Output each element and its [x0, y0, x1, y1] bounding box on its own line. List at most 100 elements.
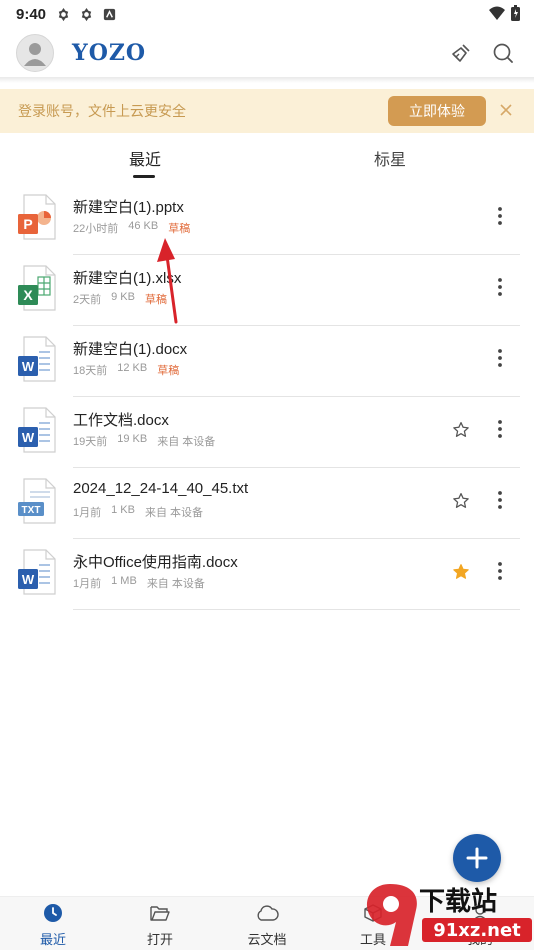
tab-starred[interactable]: 标星 — [374, 146, 406, 170]
folder-open-icon — [150, 906, 170, 921]
svg-text:X: X — [23, 287, 33, 303]
header-shadow — [0, 77, 534, 83]
draft-tag: 草稿 — [157, 365, 180, 377]
file-source: 来自 本设备 — [144, 507, 204, 519]
try-now-button[interactable]: 立即体验 — [388, 96, 486, 126]
svg-text:W: W — [22, 572, 35, 587]
file-time: 1月前 — [73, 507, 102, 519]
docx-file-icon: W — [18, 549, 56, 595]
file-row[interactable]: W 新建空白(1).docx 18天前 12 KB 草稿 — [0, 326, 534, 397]
search-button[interactable] — [490, 40, 516, 66]
file-name: 永中Office使用指南.docx — [73, 554, 238, 571]
file-meta: 22小时前 46 KB 草稿 — [73, 220, 190, 236]
file-row[interactable]: TXT 2024_12_24-14_40_45.txt 1月前 1 KB 来自 … — [0, 468, 534, 539]
file-name: 工作文档.docx — [73, 412, 169, 429]
user-icon — [24, 43, 46, 66]
file-size: 12 KB — [117, 362, 148, 374]
notification-icon — [81, 7, 92, 21]
file-size: 1 MB — [111, 575, 137, 587]
watermark-url: 91xz.net — [433, 920, 521, 941]
file-list: P 新建空白(1).pptx 22小时前 46 KB 草稿 X 新建空白(1).… — [0, 184, 534, 610]
file-row[interactable]: P 新建空白(1).pptx 22小时前 46 KB 草稿 — [0, 184, 534, 255]
file-size: 1 KB — [111, 504, 135, 516]
banner-close-button[interactable] — [496, 100, 516, 120]
nav-label: 云文档 — [247, 932, 287, 947]
file-time: 18天前 — [73, 365, 108, 377]
file-time: 2天前 — [73, 294, 102, 306]
nav-recent[interactable]: 最近 — [13, 901, 93, 948]
battery-icon — [511, 5, 520, 21]
file-source: 来自 本设备 — [157, 436, 216, 448]
svg-text:W: W — [22, 359, 35, 374]
tab-recent[interactable]: 最近 — [129, 146, 161, 170]
star-button[interactable] — [450, 561, 472, 583]
more-vertical-icon — [498, 207, 502, 225]
notification-icon — [58, 7, 69, 21]
file-row[interactable]: W 永中Office使用指南.docx 1月前 1 MB 来自 本设备 — [0, 539, 534, 610]
more-vertical-icon — [498, 278, 502, 296]
docx-file-icon: W — [18, 336, 56, 382]
star-outline-icon — [453, 421, 469, 437]
file-name: 新建空白(1).xlsx — [73, 270, 182, 287]
svg-text:TXT: TXT — [22, 505, 41, 516]
more-button[interactable] — [490, 204, 510, 228]
app-icon — [103, 8, 116, 20]
file-row[interactable]: W 工作文档.docx 19天前 19 KB 来自 本设备 — [0, 397, 534, 468]
star-button[interactable] — [450, 490, 472, 512]
file-size: 46 KB — [128, 220, 159, 232]
nav-cloud[interactable]: 云文档 — [227, 901, 307, 948]
status-bar: 9:40 — [0, 0, 534, 28]
draft-tag: 草稿 — [144, 294, 167, 306]
app-logo: YOZO — [72, 40, 147, 66]
wifi-icon — [489, 6, 505, 20]
svg-text:W: W — [22, 430, 35, 445]
file-name: 2024_12_24-14_40_45.txt — [73, 480, 249, 497]
xlsx-file-icon: X — [18, 265, 56, 311]
file-meta: 1月前 1 MB 来自 本设备 — [73, 575, 205, 591]
more-button[interactable] — [490, 346, 510, 370]
banner-text: 登录账号，文件上云更安全 — [18, 103, 186, 119]
docx-file-icon: W — [18, 407, 56, 453]
tab-indicator — [133, 175, 155, 178]
more-button[interactable] — [490, 559, 510, 583]
star-button[interactable] — [450, 419, 472, 441]
file-row[interactable]: X 新建空白(1).xlsx 2天前 9 KB 草稿 — [0, 255, 534, 326]
file-source: 来自 本设备 — [146, 578, 205, 590]
avatar[interactable] — [16, 34, 54, 72]
app-header: YOZO — [0, 28, 534, 78]
file-size: 9 KB — [111, 291, 135, 303]
star-outline-icon — [453, 492, 469, 508]
more-button[interactable] — [490, 417, 510, 441]
txt-file-icon: TXT — [18, 478, 56, 524]
header-actions — [448, 40, 516, 66]
more-button[interactable] — [490, 275, 510, 299]
nav-label: 打开 — [146, 932, 173, 947]
cloud-icon — [257, 905, 279, 921]
more-vertical-icon — [498, 420, 502, 438]
more-vertical-icon — [498, 349, 502, 367]
nav-label: 最近 — [39, 932, 66, 947]
file-meta: 19天前 19 KB 来自 本设备 — [73, 433, 215, 449]
search-icon — [493, 43, 513, 63]
file-meta: 1月前 1 KB 来自 本设备 — [73, 504, 203, 520]
add-document-button[interactable] — [453, 834, 501, 882]
star-filled-icon — [453, 564, 469, 579]
file-name: 新建空白(1).docx — [73, 341, 188, 358]
more-vertical-icon — [498, 562, 502, 580]
more-button[interactable] — [490, 488, 510, 512]
file-size: 19 KB — [117, 433, 148, 445]
watermark-title: 下载站 — [419, 887, 497, 917]
close-icon — [500, 104, 512, 116]
pptx-file-icon: P — [18, 194, 56, 240]
draft-tag: 草稿 — [168, 223, 191, 235]
status-time: 9:40 — [16, 5, 47, 23]
clean-button[interactable] — [448, 40, 474, 66]
file-time: 1月前 — [73, 578, 102, 590]
status-right — [489, 5, 520, 21]
broom-icon — [452, 44, 470, 62]
file-meta: 2天前 9 KB 草稿 — [73, 291, 167, 307]
svg-text:P: P — [23, 216, 32, 232]
more-vertical-icon — [498, 491, 502, 509]
tab-bar: 最近 标星 — [0, 140, 534, 180]
nav-open[interactable]: 打开 — [120, 901, 200, 948]
